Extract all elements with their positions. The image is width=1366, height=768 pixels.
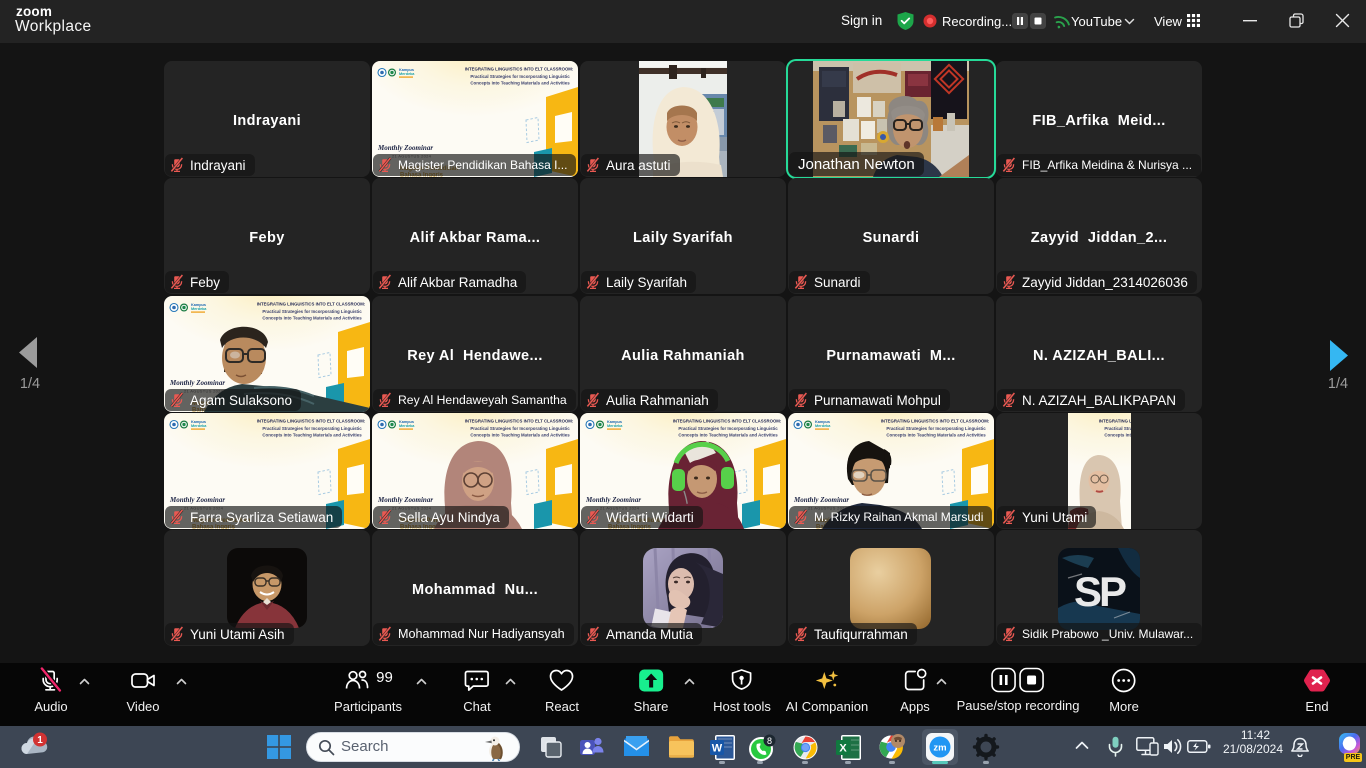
svg-text:SP: SP <box>1074 568 1126 615</box>
svg-text:W: W <box>712 743 723 755</box>
svg-text:8: 8 <box>767 736 772 746</box>
svg-text:X: X <box>839 743 847 755</box>
svg-text:zm: zm <box>933 743 946 754</box>
svg-text:1: 1 <box>37 735 43 746</box>
